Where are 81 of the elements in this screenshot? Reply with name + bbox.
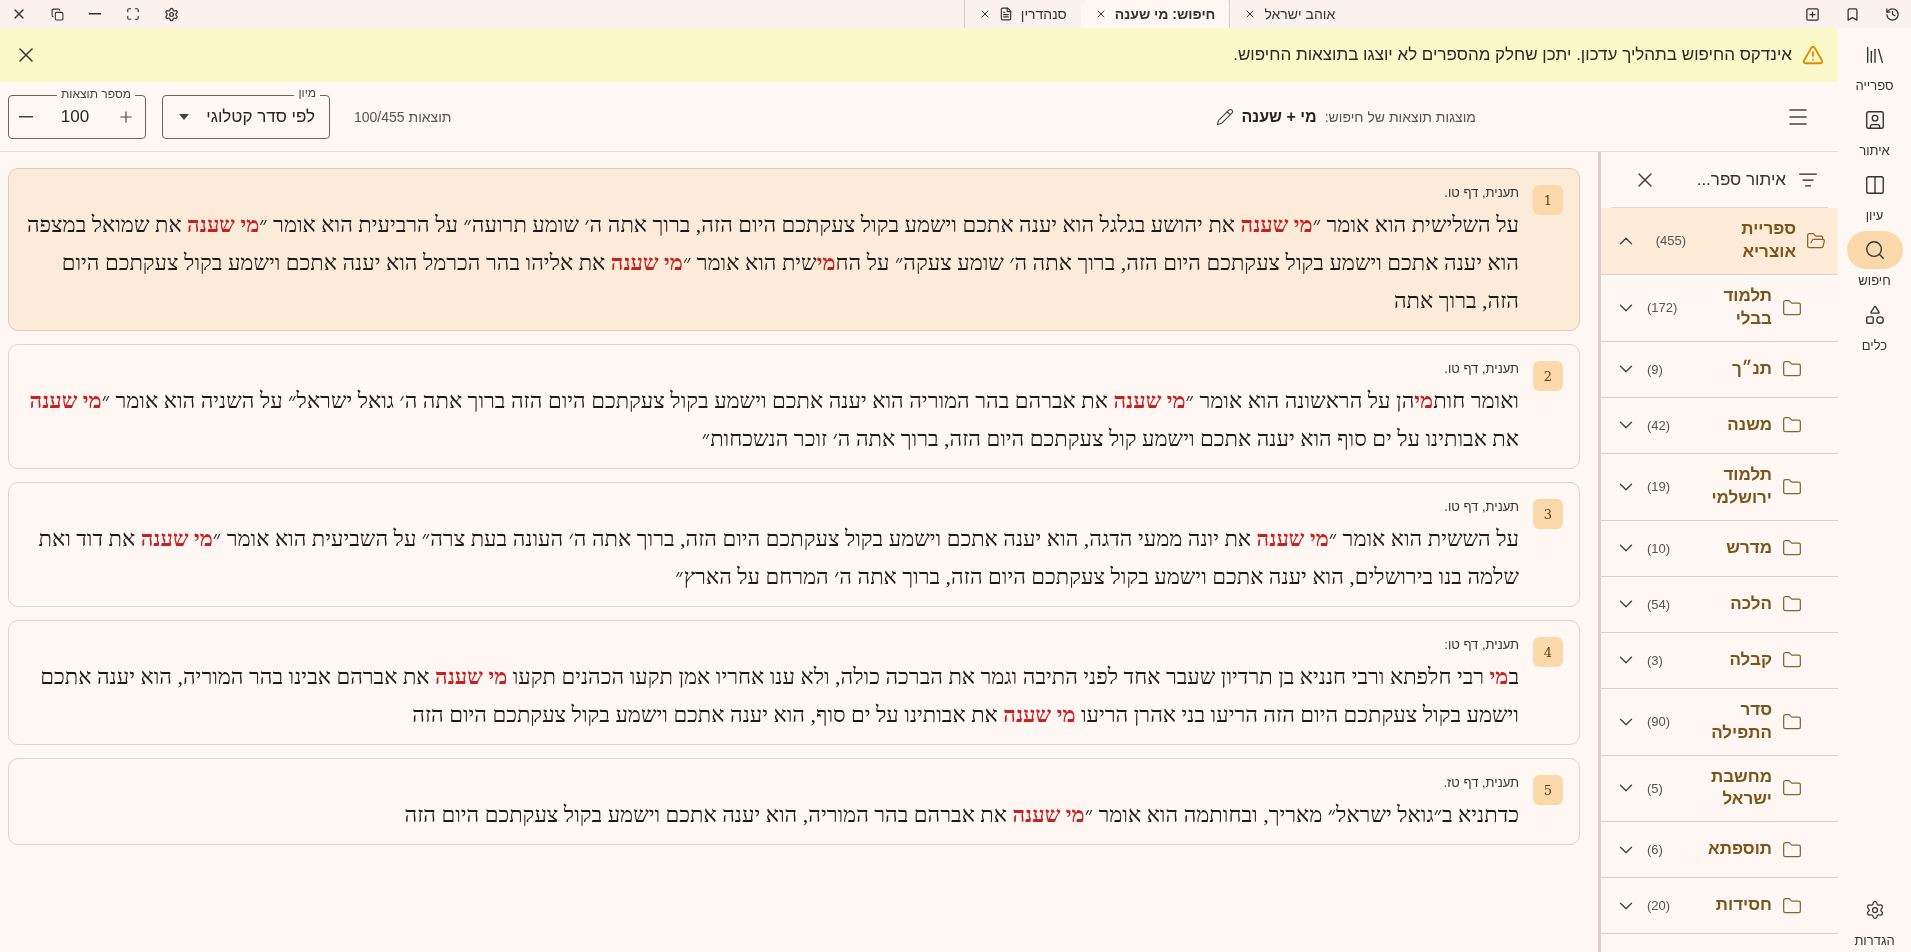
caret-icon [179, 113, 189, 120]
search-query: מי + שענה [1241, 107, 1317, 126]
copy-icon [50, 7, 64, 21]
nav-item[interactable]: עיון [1846, 166, 1903, 223]
category-name: חסידות [1714, 894, 1772, 917]
result-reference: תענית, דף טז. [1442, 775, 1519, 790]
result-card[interactable] [8, 482, 1580, 607]
pencil-icon [1215, 107, 1234, 126]
result-number: 4 [1533, 637, 1563, 667]
nav-label: חיפוש [1858, 273, 1891, 288]
category-name: תלמוד ירושלמי [1710, 463, 1772, 509]
category-count: (6) [1647, 842, 1663, 858]
category-name: תוספתא [1707, 838, 1772, 861]
edit-query-button[interactable] [1215, 107, 1234, 126]
category-name: תלמוד בבלי [1722, 284, 1772, 330]
category-count: (9) [1647, 361, 1663, 377]
result-card[interactable] [8, 168, 1580, 331]
result-reference: תענית, דף טו: [1443, 637, 1519, 652]
minus-icon [19, 115, 33, 118]
tab-title: חיפוש: מי שענה [1114, 6, 1216, 22]
category-name: מחשבת ישראל [1709, 765, 1772, 811]
nav-label: הגדרות [1854, 933, 1895, 948]
shapes-icon [1863, 304, 1886, 326]
category-count: (19) [1647, 479, 1671, 495]
category-name: סדר התפילה [1710, 698, 1772, 744]
warning-icon [1802, 44, 1824, 66]
banner-message: אינדקס החיפוש בתהליך עדכון. יתכן שחלק מהספרים לא יוצגו בתוצאות החיפוש. [1233, 45, 1792, 65]
nav-item[interactable]: כלים [1846, 296, 1903, 353]
category-count: (3) [1647, 652, 1663, 668]
category-count: (455) [1655, 233, 1686, 249]
result-reference: תענית, דף טו. [1443, 499, 1519, 514]
maximize-icon [126, 7, 140, 21]
nav-item[interactable]: איתור [1846, 101, 1903, 158]
category-count: (172) [1647, 300, 1678, 316]
category-count: (20) [1647, 898, 1671, 914]
result-count: תוצאות 100/455 [354, 108, 452, 125]
nav-label: כלים [1861, 338, 1888, 353]
result-number: 5 [1533, 775, 1563, 805]
category-name: תנ״ך [1731, 357, 1772, 380]
settings-icon [1864, 900, 1885, 920]
decrease-button[interactable] [19, 115, 33, 118]
result-number: 2 [1533, 361, 1563, 391]
category-name: מדרש [1725, 536, 1772, 559]
category-count: (42) [1647, 417, 1671, 433]
settings-nav-item[interactable]: הגדרות [1846, 891, 1903, 948]
result-reference: תענית, דף טו. [1443, 361, 1519, 376]
category-count: (90) [1647, 714, 1671, 730]
category-name: קבלה [1728, 648, 1772, 671]
result-snippet: כדתניא ב״גואל ישראל״ מאריך, ובחותמה הוא אומר ״מי שענה את אברהם בהר המוריה, הוא יענה אתכם וישמע בקול צעקתכם היום הזה [403, 801, 1519, 829]
plus-icon [1804, 6, 1820, 22]
result-card[interactable] [8, 344, 1580, 469]
document-icon [998, 7, 1013, 21]
category-name: משנה [1726, 413, 1772, 436]
result-snippet: על השלישית הוא אומר ״מי שענה את יהושע בגלגל הוא יענה אתכם וישמע בקול צעקתכם היום הזה, ברוך אתה ה׳ שומע תרועה״ על הרביעית הוא אומר ״מי שענה את שמואל במצפה הוא יענה אתכם וישמע בקול צעקתכם היום הזה, ברוך אתה ה׳ שומע צעקה״ על החמישית הוא אומר ״מי שענה את אליהו בהר הכרמל הוא יענה אתכם וישמע בקול צעקתכם היום הזה, ברוך אתה [25, 211, 1519, 315]
nav-label: ספרייה [1855, 78, 1894, 93]
result-count-value: 100 [60, 106, 90, 127]
minus-icon [89, 13, 101, 15]
settings-icon [163, 6, 179, 22]
nav-label: עיון [1865, 208, 1884, 223]
history-icon [1884, 6, 1900, 22]
category-count: (10) [1647, 540, 1671, 556]
query-label: מוצגות תוצאות של חיפוש: [1324, 108, 1476, 125]
category-name: ספריית אוצריא [1740, 218, 1796, 263]
result-snippet: על הששית הוא אומר ״מי שענה את יונה ממעי הדגה, הוא יענה אתכם וישמע בקול צעקתכם היום הזה, ברוך אתה ה׳ העונה בעת צרה״ על השביעית הוא אומר ״מי שענה את דוד ואת שלמה בנו בירושלים, הוא יענה אתכם וישמע בקול צעקתכם היום הזה, ברוך אתה ה׳ המרחם על הארץ״ [37, 525, 1519, 591]
category-name: הלכה [1729, 592, 1772, 615]
tab[interactable]: חיפוש: מי שענה [1080, 0, 1230, 28]
result-number: 3 [1533, 499, 1563, 529]
tab-title: אוהב ישראל [1264, 6, 1336, 22]
result-number: 1 [1533, 185, 1563, 215]
bookmark-icon [1844, 6, 1860, 22]
tab-title: סנהדרין [1020, 6, 1067, 22]
result-reference: תענית, דף טו. [1443, 185, 1519, 200]
category-count: (5) [1647, 780, 1663, 796]
search-icon [1863, 239, 1886, 261]
nav-item[interactable]: ספרייה [1846, 36, 1903, 93]
result-snippet: במי רבי חלפתא ורבי חנניא בן תרדיון שעבר אחד לפני התיבה וגמר את הברכה כולה, ולא ענו אחריו אמן תקעו הכהנים תקעו מי שענה את אברהם אבינו בהר המוריה, הוא יענה אתכם וישמע בקול צעקתכם היום הזה הריעו בני אהרן הריעו מי שענה את אבותינו על ים סוף, הוא יענה אתכם וישמע בקול צעקתכם היום הזה [39, 663, 1519, 729]
result-card[interactable] [8, 620, 1580, 745]
nav-label: איתור [1859, 143, 1890, 158]
category-count: (54) [1647, 596, 1671, 612]
result-snippet: ואומר חותמיהן על הראשונה הוא אומר ״מי שענה את אברהם בהר המוריה הוא יענה אתכם וישמע בקול צעקתכם היום הזה ברוך אתה ה׳ גואל ישראל״ על השניה הוא אומר ״מי שענה את אבותינו על ים סוף הוא יענה אתכם וישמע קול צעקתכם היום הזה, ברוך אתה ה׳ זוכר הנשכחות״ [28, 387, 1519, 453]
book-search-field[interactable]: איתור ספר... [1667, 168, 1788, 191]
